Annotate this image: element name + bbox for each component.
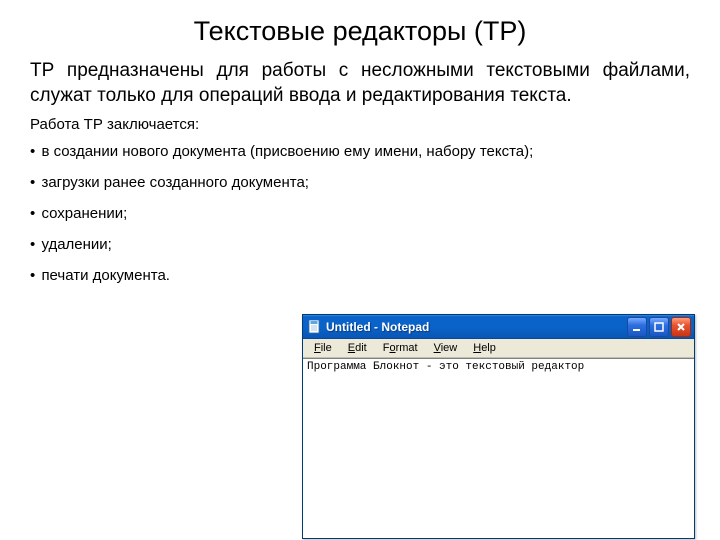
menu-edit[interactable]: Edit [341, 341, 374, 355]
maximize-button[interactable] [649, 317, 669, 337]
list-item: • печати документа. [30, 267, 690, 284]
notepad-titlebar[interactable]: Untitled - Notepad [303, 315, 694, 339]
menu-view[interactable]: View [427, 341, 465, 355]
list-item: • в создании нового документа (присвоени… [30, 143, 690, 160]
bullet-list: • в создании нового документа (присвоени… [30, 143, 690, 284]
notepad-icon [308, 320, 322, 334]
slide-container: Текстовые редакторы (ТР) ТР предназначен… [0, 0, 720, 284]
minimize-button[interactable] [627, 317, 647, 337]
list-item: • загрузки ранее созданного документа; [30, 174, 690, 191]
menu-file[interactable]: File [307, 341, 339, 355]
notepad-title: Untitled - Notepad [326, 320, 627, 334]
notepad-window: Untitled - Notepad File Edit Format View… [302, 314, 695, 539]
list-item: • удалении; [30, 236, 690, 253]
slide-body-text: ТР предназначены для работы с несложными… [30, 59, 690, 108]
close-button[interactable] [671, 317, 691, 337]
menu-help[interactable]: Help [466, 341, 503, 355]
notepad-textarea[interactable]: Программа Блокнот - это текстовый редакт… [303, 358, 694, 537]
list-item: • сохранении; [30, 205, 690, 222]
slide-title: Текстовые редакторы (ТР) [30, 16, 690, 47]
menu-format[interactable]: Format [376, 341, 425, 355]
slide-subhead: Работа ТР заключается: [30, 116, 690, 133]
notepad-menubar: File Edit Format View Help [303, 339, 694, 358]
